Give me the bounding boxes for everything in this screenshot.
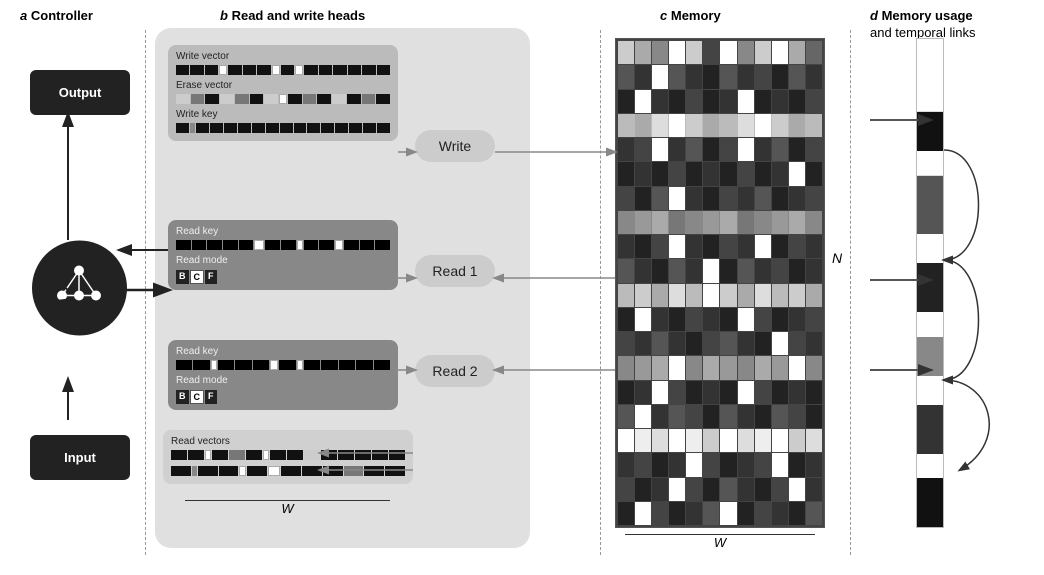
read-key-2-bar <box>176 359 390 371</box>
memory-row <box>618 502 822 525</box>
memory-row <box>618 453 822 476</box>
controller-section: Output Input <box>10 0 150 575</box>
read-head-2-panel: Read key Read mode B C F <box>168 340 398 410</box>
read1-button: Read 1 <box>415 255 495 287</box>
section-d-label: d Memory usage and temporal links <box>870 8 1030 42</box>
memory-row <box>618 162 822 185</box>
read-mode-2-label: Read mode <box>176 375 390 386</box>
memory-row <box>618 356 822 379</box>
memory-row <box>618 405 822 428</box>
memory-grid-container <box>615 38 825 528</box>
write-button: Write <box>415 130 495 162</box>
write-vector-bar <box>176 64 390 76</box>
read-key-2-label: Read key <box>176 346 390 357</box>
memory-row-highlight <box>618 211 822 234</box>
divider-3 <box>850 30 851 555</box>
write-key-label: Write key <box>176 109 390 120</box>
memory-row <box>618 259 822 282</box>
memory-row <box>618 478 822 501</box>
neural-network-circle <box>32 240 127 335</box>
output-box: Output <box>30 70 130 115</box>
input-box: Input <box>30 435 130 480</box>
read-vectors-bar-1 <box>171 449 405 461</box>
write-key-bar <box>176 122 390 134</box>
memory-row <box>618 138 822 161</box>
write-vector-label: Write vector <box>176 51 390 62</box>
memory-row <box>618 429 822 452</box>
section-c-label: c Memory <box>660 8 721 23</box>
main-diagram: a Controller b Read and write heads c Me… <box>0 0 1044 575</box>
read-vectors-label: Read vectors <box>171 436 405 447</box>
memory-row <box>618 65 822 88</box>
read-vectors-panel: Read vectors <box>163 430 413 484</box>
read-key-1-bar <box>176 239 390 251</box>
neural-icon <box>52 260 107 315</box>
erase-vector-bar <box>176 93 390 105</box>
read-mode-1-bcf: B C F <box>176 270 217 284</box>
memory-row-highlight <box>618 114 822 137</box>
n-label: N <box>832 250 842 266</box>
read-vectors-bar-2 <box>171 465 405 477</box>
read-key-1-label: Read key <box>176 226 390 237</box>
memory-row <box>618 187 822 210</box>
write-head-panel: Write vector Erase vector Write key <box>168 45 398 141</box>
memory-row <box>618 41 822 64</box>
memory-row <box>618 284 822 307</box>
usage-bar <box>916 38 944 528</box>
read2-button: Read 2 <box>415 355 495 387</box>
read-mode-2-bcf: B C F <box>176 390 217 404</box>
divider-2 <box>600 30 601 555</box>
memory-row <box>618 332 822 355</box>
memory-grid <box>615 38 825 528</box>
read-head-1-panel: Read key Read mode B C F <box>168 220 398 290</box>
read-mode-1-label: Read mode <box>176 255 390 266</box>
erase-vector-label: Erase vector <box>176 80 390 91</box>
memory-row <box>618 308 822 331</box>
memory-row <box>618 381 822 404</box>
section-b-label: b Read and write heads <box>220 8 365 23</box>
w-label-memory: W <box>615 534 825 550</box>
memory-row <box>618 90 822 113</box>
w-label-heads: W <box>175 500 400 516</box>
memory-row <box>618 235 822 258</box>
